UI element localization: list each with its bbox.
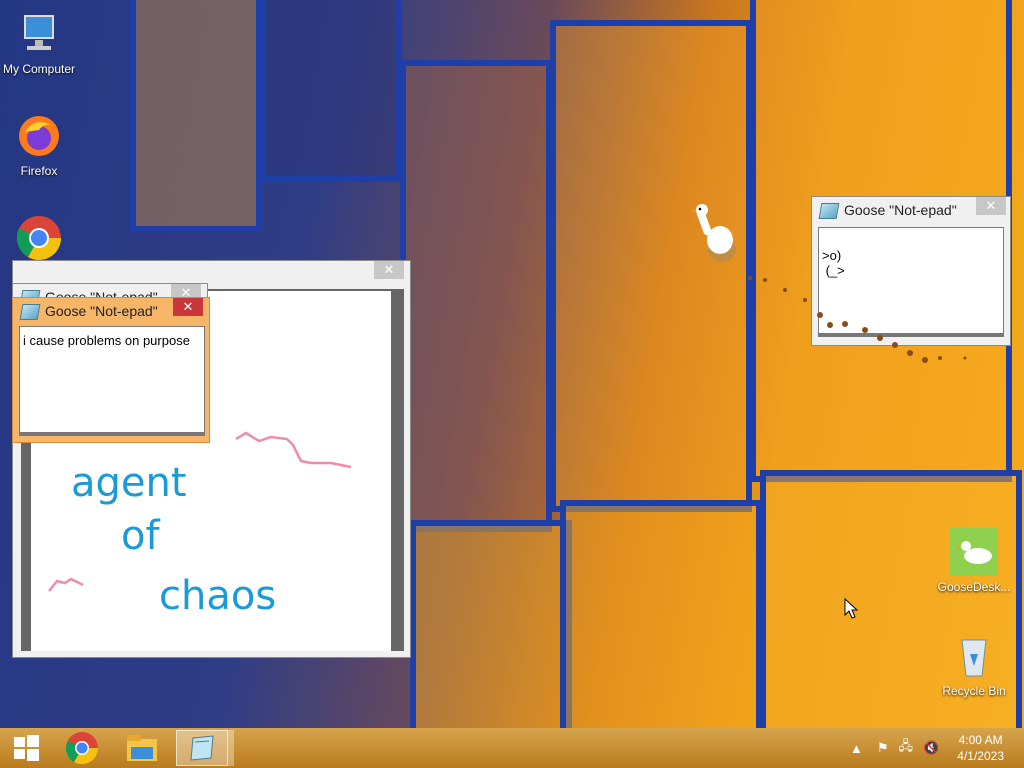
close-button[interactable]: ✕ <box>976 197 1006 215</box>
notepad-icon <box>190 735 214 761</box>
computer-icon <box>15 10 63 58</box>
notepad-icon <box>19 304 41 320</box>
pink-stroke <box>235 431 352 469</box>
icon-label: GooseDesk... <box>937 580 1011 594</box>
clock-date: 4/1/2023 <box>957 749 1004 763</box>
goose-footprints <box>748 276 967 363</box>
drawing-word: chaos <box>159 573 276 619</box>
desktop-icon-my-computer[interactable]: My Computer <box>0 10 78 76</box>
wall-pane <box>560 500 762 728</box>
wall-pane <box>410 520 572 728</box>
taskbar-notepad-button[interactable] <box>176 730 228 766</box>
notepad-icon <box>818 203 840 219</box>
show-hidden-icons-icon[interactable]: ▲ <box>850 741 863 756</box>
clock[interactable]: 4:00 AM 4/1/2023 <box>957 732 1004 764</box>
taskbar-file-explorer-button[interactable] <box>116 730 168 766</box>
desktop-icon-goosedesktop[interactable]: GooseDesk... <box>935 528 1013 594</box>
drawing-word: agent <box>71 460 187 506</box>
window-title: Goose "Not-epad" <box>844 202 957 218</box>
drawing-word: of <box>121 513 160 559</box>
wall-pane <box>260 0 402 182</box>
notepad-titlebar[interactable]: Goose "Not-epad" ✕ <box>812 197 1010 223</box>
desktop-icon-recycle-bin[interactable]: Recycle Bin <box>935 632 1013 698</box>
pink-stroke <box>48 577 84 592</box>
folder-icon <box>127 735 157 761</box>
desktop-icon-chrome[interactable] <box>0 214 78 266</box>
notepad-titlebar[interactable]: Goose "Not-epad" ✕ <box>13 298 209 324</box>
goose-sprite[interactable] <box>690 200 750 270</box>
start-button[interactable] <box>0 730 52 766</box>
recycle-bin-icon <box>950 632 998 680</box>
taskbar-button-stack <box>228 730 234 766</box>
close-button[interactable]: ✕ <box>374 261 404 279</box>
icon-label: Recycle Bin <box>942 684 1006 698</box>
notepad-text-area[interactable]: i cause problems on purpose <box>19 326 205 436</box>
icon-label: My Computer <box>2 62 76 76</box>
window-title: Goose "Not-epad" <box>45 303 158 319</box>
icon-label: Firefox <box>20 164 58 178</box>
taskbar-chrome-button[interactable] <box>56 730 108 766</box>
mouse-cursor-icon <box>844 598 859 619</box>
windows-logo-icon <box>14 735 39 761</box>
close-button[interactable]: ✕ <box>173 298 203 316</box>
firefox-icon <box>15 112 63 160</box>
taskbar: ▲ ⚑ 🖧 🔇 4:00 AM 4/1/2023 <box>0 728 1024 768</box>
goose-icon <box>950 528 998 576</box>
desktop-icon-firefox[interactable]: Firefox <box>0 112 78 178</box>
volume-muted-icon[interactable]: 🔇 <box>923 740 939 756</box>
system-tray: ▲ ⚑ 🖧 🔇 <box>850 728 939 768</box>
action-center-flag-icon[interactable]: ⚑ <box>877 740 889 756</box>
notepad-window-front[interactable]: Goose "Not-epad" ✕ i cause problems on p… <box>12 297 210 443</box>
chrome-icon <box>15 214 63 262</box>
network-icon[interactable]: 🖧 <box>899 737 914 759</box>
chrome-icon <box>65 732 99 765</box>
wall-pane <box>130 0 262 232</box>
clock-time: 4:00 AM <box>958 733 1003 747</box>
wall-pane <box>400 60 552 532</box>
